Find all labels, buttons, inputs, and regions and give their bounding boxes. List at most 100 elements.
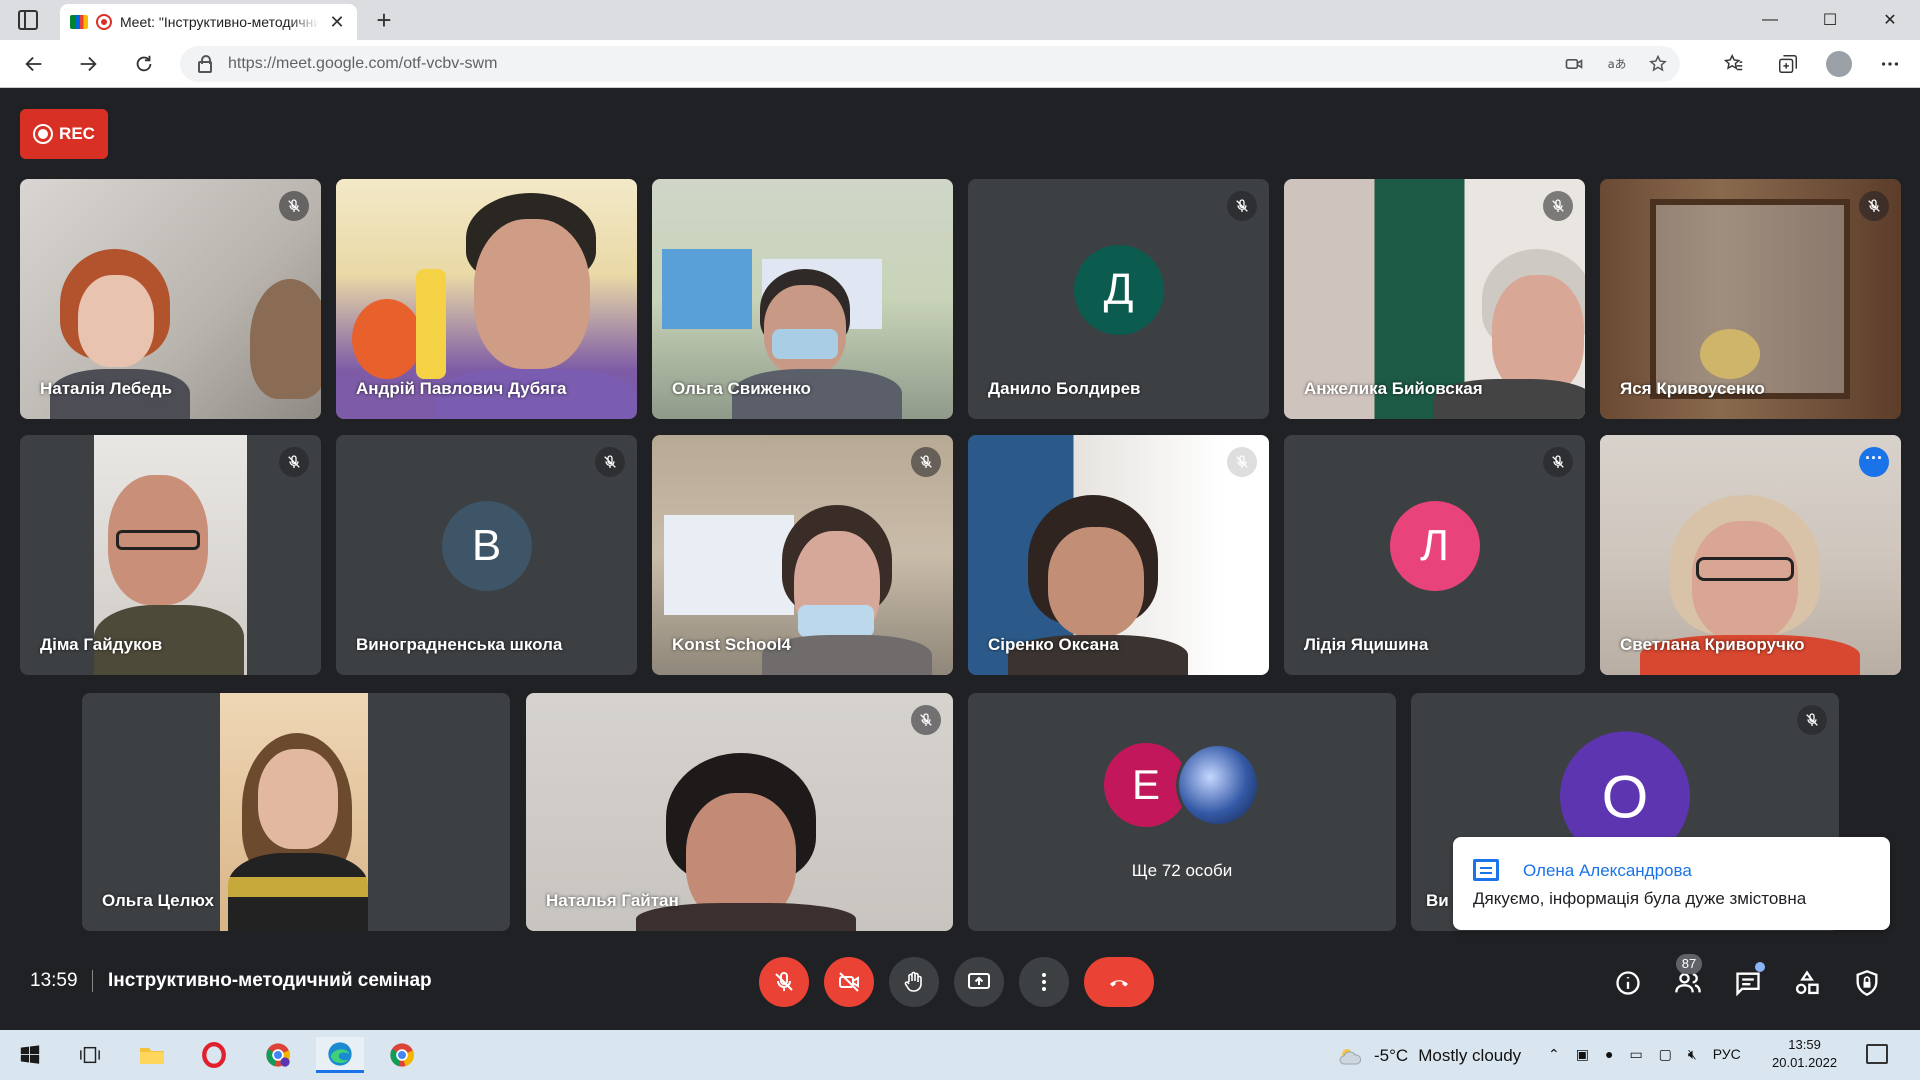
- collections-button[interactable]: [1772, 48, 1804, 80]
- present-screen-button[interactable]: [954, 957, 1004, 1007]
- meet-logo-icon: [70, 15, 88, 29]
- back-arrow-icon: [25, 56, 42, 72]
- muted-mic-icon: [1227, 191, 1257, 221]
- edge-button[interactable]: [316, 1037, 364, 1073]
- muted-mic-icon: [1227, 447, 1257, 477]
- browser-tab-meet[interactable]: Meet: "Інструктивно-методичний семінар" …: [60, 4, 357, 40]
- participant-tile[interactable]: Сіренко Оксана: [968, 435, 1269, 675]
- new-tab-button[interactable]: +: [370, 6, 398, 34]
- add-favorite-icon[interactable]: [1648, 54, 1668, 74]
- back-button[interactable]: [18, 48, 50, 80]
- participant-tile[interactable]: Л Лідія Яцишина: [1284, 435, 1585, 675]
- settings-menu-button[interactable]: [1874, 48, 1906, 80]
- muted-mic-icon: [1543, 447, 1573, 477]
- input-language[interactable]: РУС: [1713, 1046, 1741, 1063]
- participant-tile[interactable]: Konst School4: [652, 435, 953, 675]
- participant-tile[interactable]: Андрій Павлович Дубяга: [336, 179, 637, 419]
- more-vertical-icon: [1042, 973, 1046, 991]
- participant-tile[interactable]: Діма Гайдуков: [20, 435, 321, 675]
- profile-avatar[interactable]: [1826, 51, 1852, 77]
- meeting-control-bar: 13:59 Інструктивно-методичний семінар 87: [0, 950, 1920, 1030]
- tab-close-button[interactable]: ✕: [327, 12, 347, 33]
- network-icon[interactable]: ▣: [1576, 1046, 1589, 1063]
- reload-button[interactable]: [128, 48, 160, 80]
- meeting-details-button[interactable]: [1612, 967, 1644, 999]
- more-options-icon[interactable]: ···: [1859, 447, 1889, 477]
- minimize-button[interactable]: —: [1740, 0, 1800, 40]
- muted-mic-icon: [1859, 191, 1889, 221]
- meeting-clock: 13:59: [30, 970, 78, 991]
- microphone-icon[interactable]: ●: [1605, 1046, 1613, 1063]
- participant-tile-active-speaker[interactable]: ··· Светлана Криворучко: [1600, 435, 1901, 675]
- browser-toolbar: [1718, 48, 1906, 80]
- opera-icon: [202, 1042, 226, 1068]
- notification-center-icon[interactable]: [1866, 1044, 1888, 1064]
- participant-video: [220, 693, 368, 931]
- more-participants-tile[interactable]: Е Ще 72 особи: [968, 693, 1396, 931]
- raise-hand-button[interactable]: [889, 957, 939, 1007]
- system-clock[interactable]: 13:59 20.01.2022: [1772, 1036, 1837, 1072]
- svg-text:aあ: aあ: [1608, 57, 1626, 71]
- present-icon: [968, 973, 990, 989]
- recording-indicator-icon: [96, 14, 112, 30]
- translate-icon[interactable]: aあ: [1606, 54, 1626, 74]
- participant-name: Konst School4: [672, 635, 792, 654]
- favorites-button[interactable]: [1718, 48, 1750, 80]
- weather-widget[interactable]: -5°C Mostly cloudy: [1338, 1046, 1521, 1066]
- window-controls: — ☐ ✕: [1740, 0, 1920, 40]
- people-count-badge: 87: [1676, 954, 1702, 974]
- start-button[interactable]: [6, 1037, 54, 1073]
- activities-icon: [1795, 970, 1819, 995]
- participant-name: Ольга Свиженко: [672, 379, 811, 398]
- url-field[interactable]: https://meet.google.com/otf-vcbv-swm aあ: [180, 46, 1680, 82]
- chrome-button[interactable]: [378, 1037, 426, 1073]
- participant-tile[interactable]: Ольга Целюх: [82, 693, 510, 931]
- display-icon[interactable]: ▢: [1659, 1046, 1672, 1063]
- task-view-icon: [80, 1046, 100, 1064]
- battery-icon[interactable]: ▭: [1629, 1046, 1642, 1063]
- chrome-icon: [266, 1043, 291, 1067]
- muted-mic-icon: [1543, 191, 1573, 221]
- volume-muted-icon[interactable]: 🔇︎: [1688, 1046, 1697, 1063]
- chrome-profile-button[interactable]: [254, 1037, 302, 1073]
- recording-badge[interactable]: REC: [20, 109, 108, 159]
- participant-tile[interactable]: Ольга Свиженко: [652, 179, 953, 419]
- camera-toggle-button[interactable]: [824, 957, 874, 1007]
- info-icon: [1616, 971, 1640, 995]
- file-explorer-button[interactable]: [128, 1037, 176, 1073]
- participant-name: Наталія Лебедь: [40, 379, 173, 398]
- camera-off-icon: [839, 972, 859, 992]
- leave-call-button[interactable]: [1084, 957, 1154, 1007]
- muted-mic-icon: [279, 191, 309, 221]
- participant-tile[interactable]: Яся Кривоусенко: [1600, 179, 1901, 419]
- opera-button[interactable]: [190, 1037, 238, 1073]
- participant-name: Ви: [1426, 891, 1449, 910]
- maximize-button[interactable]: ☐: [1800, 0, 1860, 40]
- mic-off-icon: [775, 971, 793, 991]
- meeting-title: Інструктивно-методичний семінар: [108, 970, 432, 991]
- chevron-up-icon[interactable]: ⌃: [1548, 1046, 1560, 1063]
- host-controls-button[interactable]: [1851, 967, 1883, 999]
- participant-avatar-image: [1176, 743, 1260, 827]
- activities-button[interactable]: [1791, 967, 1823, 999]
- participant-tile[interactable]: Д Данило Болдирев: [968, 179, 1269, 419]
- browser-tabstrip: Meet: "Інструктивно-методичний семінар" …: [0, 0, 1920, 40]
- more-options-button[interactable]: [1019, 957, 1069, 1007]
- camera-blocked-icon[interactable]: [1564, 54, 1584, 74]
- tab-actions-icon[interactable]: [18, 10, 38, 30]
- chat-notification[interactable]: Олена Александрова Дякуємо, інформація б…: [1453, 837, 1890, 930]
- close-window-button[interactable]: ✕: [1860, 0, 1920, 40]
- url-text: https://meet.google.com/otf-vcbv-swm: [228, 55, 498, 72]
- participant-tile[interactable]: Наталья Гайтан: [526, 693, 953, 931]
- forward-button[interactable]: [72, 48, 104, 80]
- participant-name: Светлана Криворучко: [1620, 635, 1805, 654]
- participant-tile[interactable]: Наталія Лебедь: [20, 179, 321, 419]
- participant-tile[interactable]: В Виноградненська школа: [336, 435, 637, 675]
- hand-icon: [904, 971, 922, 992]
- microphone-toggle-button[interactable]: [759, 957, 809, 1007]
- muted-mic-icon: [279, 447, 309, 477]
- participant-tile[interactable]: Анжелика Бийовская: [1284, 179, 1585, 419]
- shield-lock-icon: [1856, 970, 1878, 996]
- task-view-button[interactable]: [66, 1037, 114, 1073]
- participant-name: Діма Гайдуков: [40, 635, 163, 654]
